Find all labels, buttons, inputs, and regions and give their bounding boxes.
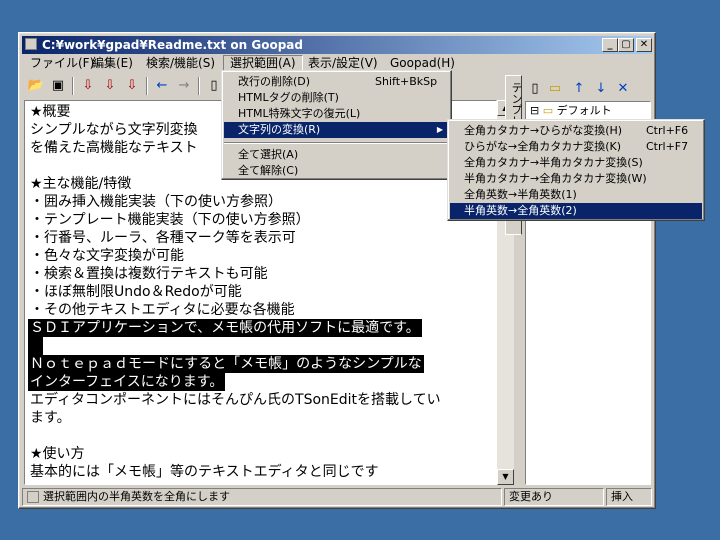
minimize-button[interactable]: _ [602,38,618,52]
submenu-item-halfkata-to-fullkata[interactable]: 半角カタカナ→全角カタカナ変換(W) [450,171,702,187]
menu-item-convert-strings[interactable]: 文字列の変換(R) ▶ [224,122,449,138]
editor-line: シンプルながら文字列変換 [30,122,198,138]
menu-separator [224,142,449,144]
editor-line-selected: Ｎｏｔｅｐａｄモードにすると「メモ帳」のようなシンプルな [28,355,424,373]
editor-line: ・囲み挿入機能実装（下の使い方参照） [30,194,282,210]
editor-line: ・ほぼ無制限Undo＆Redoが可能 [30,284,242,300]
toolbar-separator [198,77,200,95]
menu-edit[interactable]: 編集(E) [86,55,139,71]
editor-line: ★使い方 [30,446,85,462]
close-button[interactable]: ✕ [636,38,652,52]
tree-item-default[interactable]: ⊟ ▭ デフォルト [530,103,612,119]
status-message: 選択範囲内の半角英数を全角にします [22,488,502,506]
menu-item-remove-html-tags[interactable]: HTMLタグの削除(T) [224,90,449,106]
editor-line: ★概要 [30,104,71,120]
open-icon[interactable]: 📂 [26,76,46,96]
folder-icon[interactable]: ▭ [545,79,565,99]
menu-goopad[interactable]: Goopad(H) [384,55,461,71]
menu-selection[interactable]: 選択範囲(A) [223,55,303,71]
side-toolbar: ▯ ▭ ↑ ↓ ✕ [525,77,651,99]
submenu-arrow-icon: ▶ [436,125,443,134]
menu-item-select-all[interactable]: 全て選択(A) [224,147,449,163]
save-icon[interactable]: ▣ [48,76,68,96]
folder-icon: ▭ [542,104,554,117]
editor-line: エディタコンポーネントにはそんぴん氏のTSonEditを搭載してい [30,392,441,408]
insert-top-icon[interactable]: ⇩ [78,76,98,96]
submenu-item-kata-to-hira[interactable]: 全角カタカナ→ひらがな変換(H) Ctrl+F6 [450,123,702,139]
insert-bottom-icon[interactable]: ⇩ [122,76,142,96]
menu-item-deselect-all[interactable]: 全て解除(C) [224,163,449,179]
submenu-item-half-to-full-alnum[interactable]: 半角英数→全角英数(2) [450,203,702,219]
editor-line: ・色々な文字変換が可能 [30,248,184,264]
new-document-icon[interactable]: ▯ [525,79,545,99]
editor-line: を備えた高機能なテキスト [30,140,198,156]
status-insert-mode: 挿入 [606,488,652,506]
convert-submenu: 全角カタカナ→ひらがな変換(H) Ctrl+F6 ひらがな→全角カタカナ変換(K… [447,119,705,221]
editor-line: ・テンプレート機能実装（下の使い方参照） [30,212,310,228]
arrow-up-icon[interactable]: ↑ [569,79,589,99]
toolbar-separator [72,77,74,95]
submenu-item-full-to-half-alnum[interactable]: 全角英数→半角英数(1) [450,187,702,203]
tree-expander-icon[interactable]: ⊟ [530,104,539,117]
arrow-down-icon[interactable]: ↓ [591,79,611,99]
editor-line: ・検索＆置換は複数行テキストも可能 [30,266,268,282]
status-bar: 選択範囲内の半角英数を全角にします 変更あり 挿入 [22,488,652,506]
menu-item-remove-newlines[interactable]: 改行の削除(D) Shift+BkSp [224,74,449,90]
delete-icon[interactable]: ✕ [613,79,633,99]
status-icon [27,491,39,503]
title-bar[interactable]: C:¥work¥gpad¥Readme.txt on Goopad _ ▢ ✕ [22,36,652,54]
editor-line: ます。 [30,410,71,426]
window-title: C:¥work¥gpad¥Readme.txt on Goopad [42,38,303,52]
editor-line: ・その他テキストエディタに必要な各機能 [30,302,295,318]
menu-item-restore-html-entities[interactable]: HTML特殊文字の復元(L) [224,106,449,122]
submenu-item-hira-to-kata[interactable]: ひらがな→全角カタカナ変換(K) Ctrl+F7 [450,139,702,155]
editor-line-selected [28,337,43,355]
arrow-right-icon[interactable]: → [174,76,194,96]
editor-line: ・行番号、ルーラ、各種マーク等を表示可 [30,230,296,246]
toolbar-separator [146,77,148,95]
status-modified: 変更あり [504,488,604,506]
maximize-button[interactable]: ▢ [618,38,634,52]
menu-search[interactable]: 検索/機能(S) [140,55,221,71]
editor-line-selected: インターフェイスになります。 [28,373,226,391]
status-message-text: 選択範囲内の半角英数を全角にします [43,490,230,503]
insert-middle-icon[interactable]: ⇩ [100,76,120,96]
selection-menu: 改行の削除(D) Shift+BkSp HTMLタグの削除(T) HTML特殊文… [221,70,452,180]
app-icon [25,38,37,50]
arrow-left-icon[interactable]: ← [152,76,172,96]
editor-line-selected: ＳＤＩアプリケーションで、メモ帳の代用ソフトに最適です。 [28,319,422,337]
editor-line: 基本的には「メモ帳」等のテキストエディタと同じです [30,464,379,480]
tree-item-label: デフォルト [556,104,612,117]
menu-view[interactable]: 表示/設定(V) [302,55,384,71]
editor-line: ★主な機能/特徴 [30,176,132,192]
submenu-item-fullkata-to-halfkata[interactable]: 全角カタカナ→半角カタカナ変換(S) [450,155,702,171]
